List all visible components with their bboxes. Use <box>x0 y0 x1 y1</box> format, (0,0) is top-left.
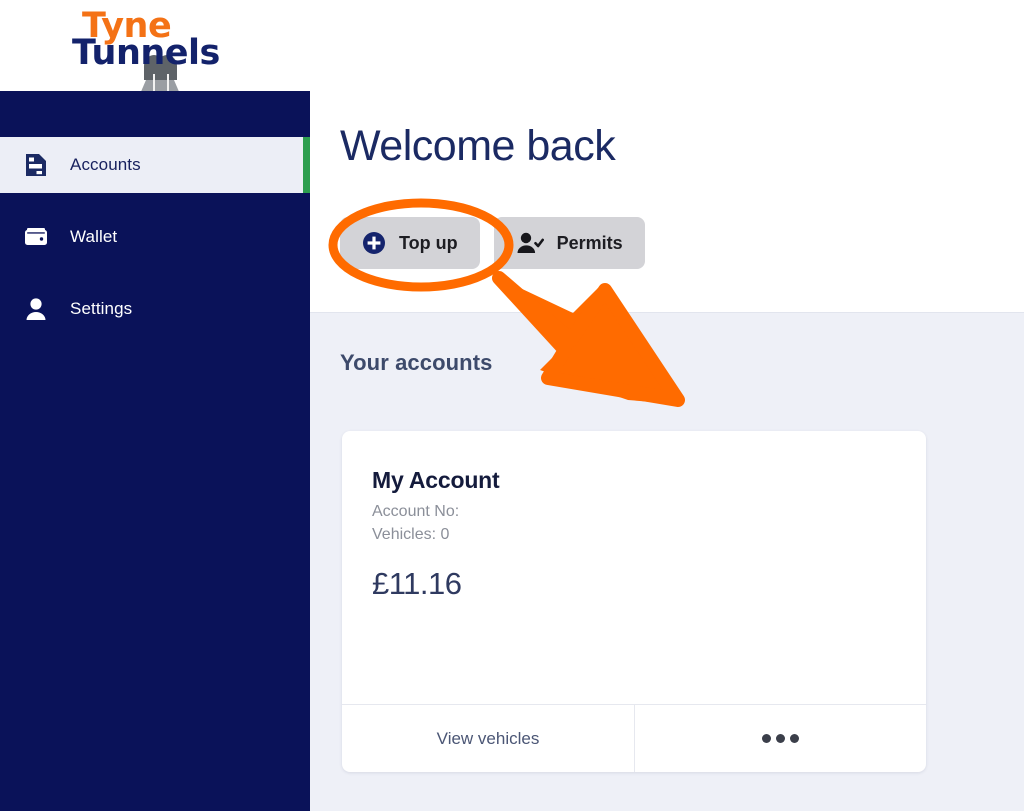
account-card[interactable]: My Account Account No: Vehicles: 0 £11.1… <box>342 431 926 772</box>
header-actions: Top up Permits <box>340 217 645 269</box>
page-title: Welcome back <box>340 122 616 170</box>
vehicles-count-label: Vehicles: 0 <box>372 526 450 543</box>
brand-header: Tyne Tunnels <box>0 0 310 91</box>
account-card-footer: View vehicles <box>342 704 926 772</box>
user-icon <box>22 295 50 323</box>
page-header: Welcome back Top up Permits <box>310 0 1024 313</box>
more-options-button[interactable] <box>634 705 926 772</box>
main-content: Welcome back Top up Permits Your account… <box>310 0 1024 811</box>
wallet-icon <box>22 223 50 251</box>
permits-button-label: Permits <box>556 232 623 253</box>
document-icon <box>22 151 50 179</box>
sidebar-item-label: Accounts <box>70 155 141 174</box>
account-card-body: My Account Account No: Vehicles: 0 £11.1… <box>342 431 926 602</box>
account-number-label: Account No: <box>372 503 460 520</box>
account-card-title: My Account <box>372 467 500 493</box>
sidebar-item-wallet[interactable]: Wallet <box>0 209 310 265</box>
sidebar-nav: Accounts Wallet Settings <box>0 91 310 337</box>
brand-name-bottom: Tunnels <box>72 33 220 73</box>
brand-logo[interactable]: Tyne Tunnels <box>72 6 242 91</box>
account-balance: £11.16 <box>372 566 462 601</box>
sidebar-item-label: Wallet <box>70 227 118 246</box>
sidebar-item-settings[interactable]: Settings <box>0 281 310 337</box>
user-check-icon <box>516 231 544 255</box>
view-vehicles-button[interactable]: View vehicles <box>342 705 634 772</box>
top-up-button-label: Top up <box>399 232 458 253</box>
permits-button[interactable]: Permits <box>493 217 645 269</box>
section-title: Your accounts <box>340 350 493 375</box>
ellipsis-icon <box>762 734 799 743</box>
sidebar: Tyne Tunnels Accounts Wallet Settings <box>0 0 310 811</box>
top-up-button[interactable]: Top up <box>340 217 480 269</box>
plus-circle-icon <box>362 231 386 255</box>
view-vehicles-label: View vehicles <box>436 728 540 748</box>
sidebar-item-accounts[interactable]: Accounts <box>0 137 310 193</box>
sidebar-item-label: Settings <box>70 299 133 318</box>
app-root: Tyne Tunnels Accounts Wallet Settings We… <box>0 0 1024 811</box>
